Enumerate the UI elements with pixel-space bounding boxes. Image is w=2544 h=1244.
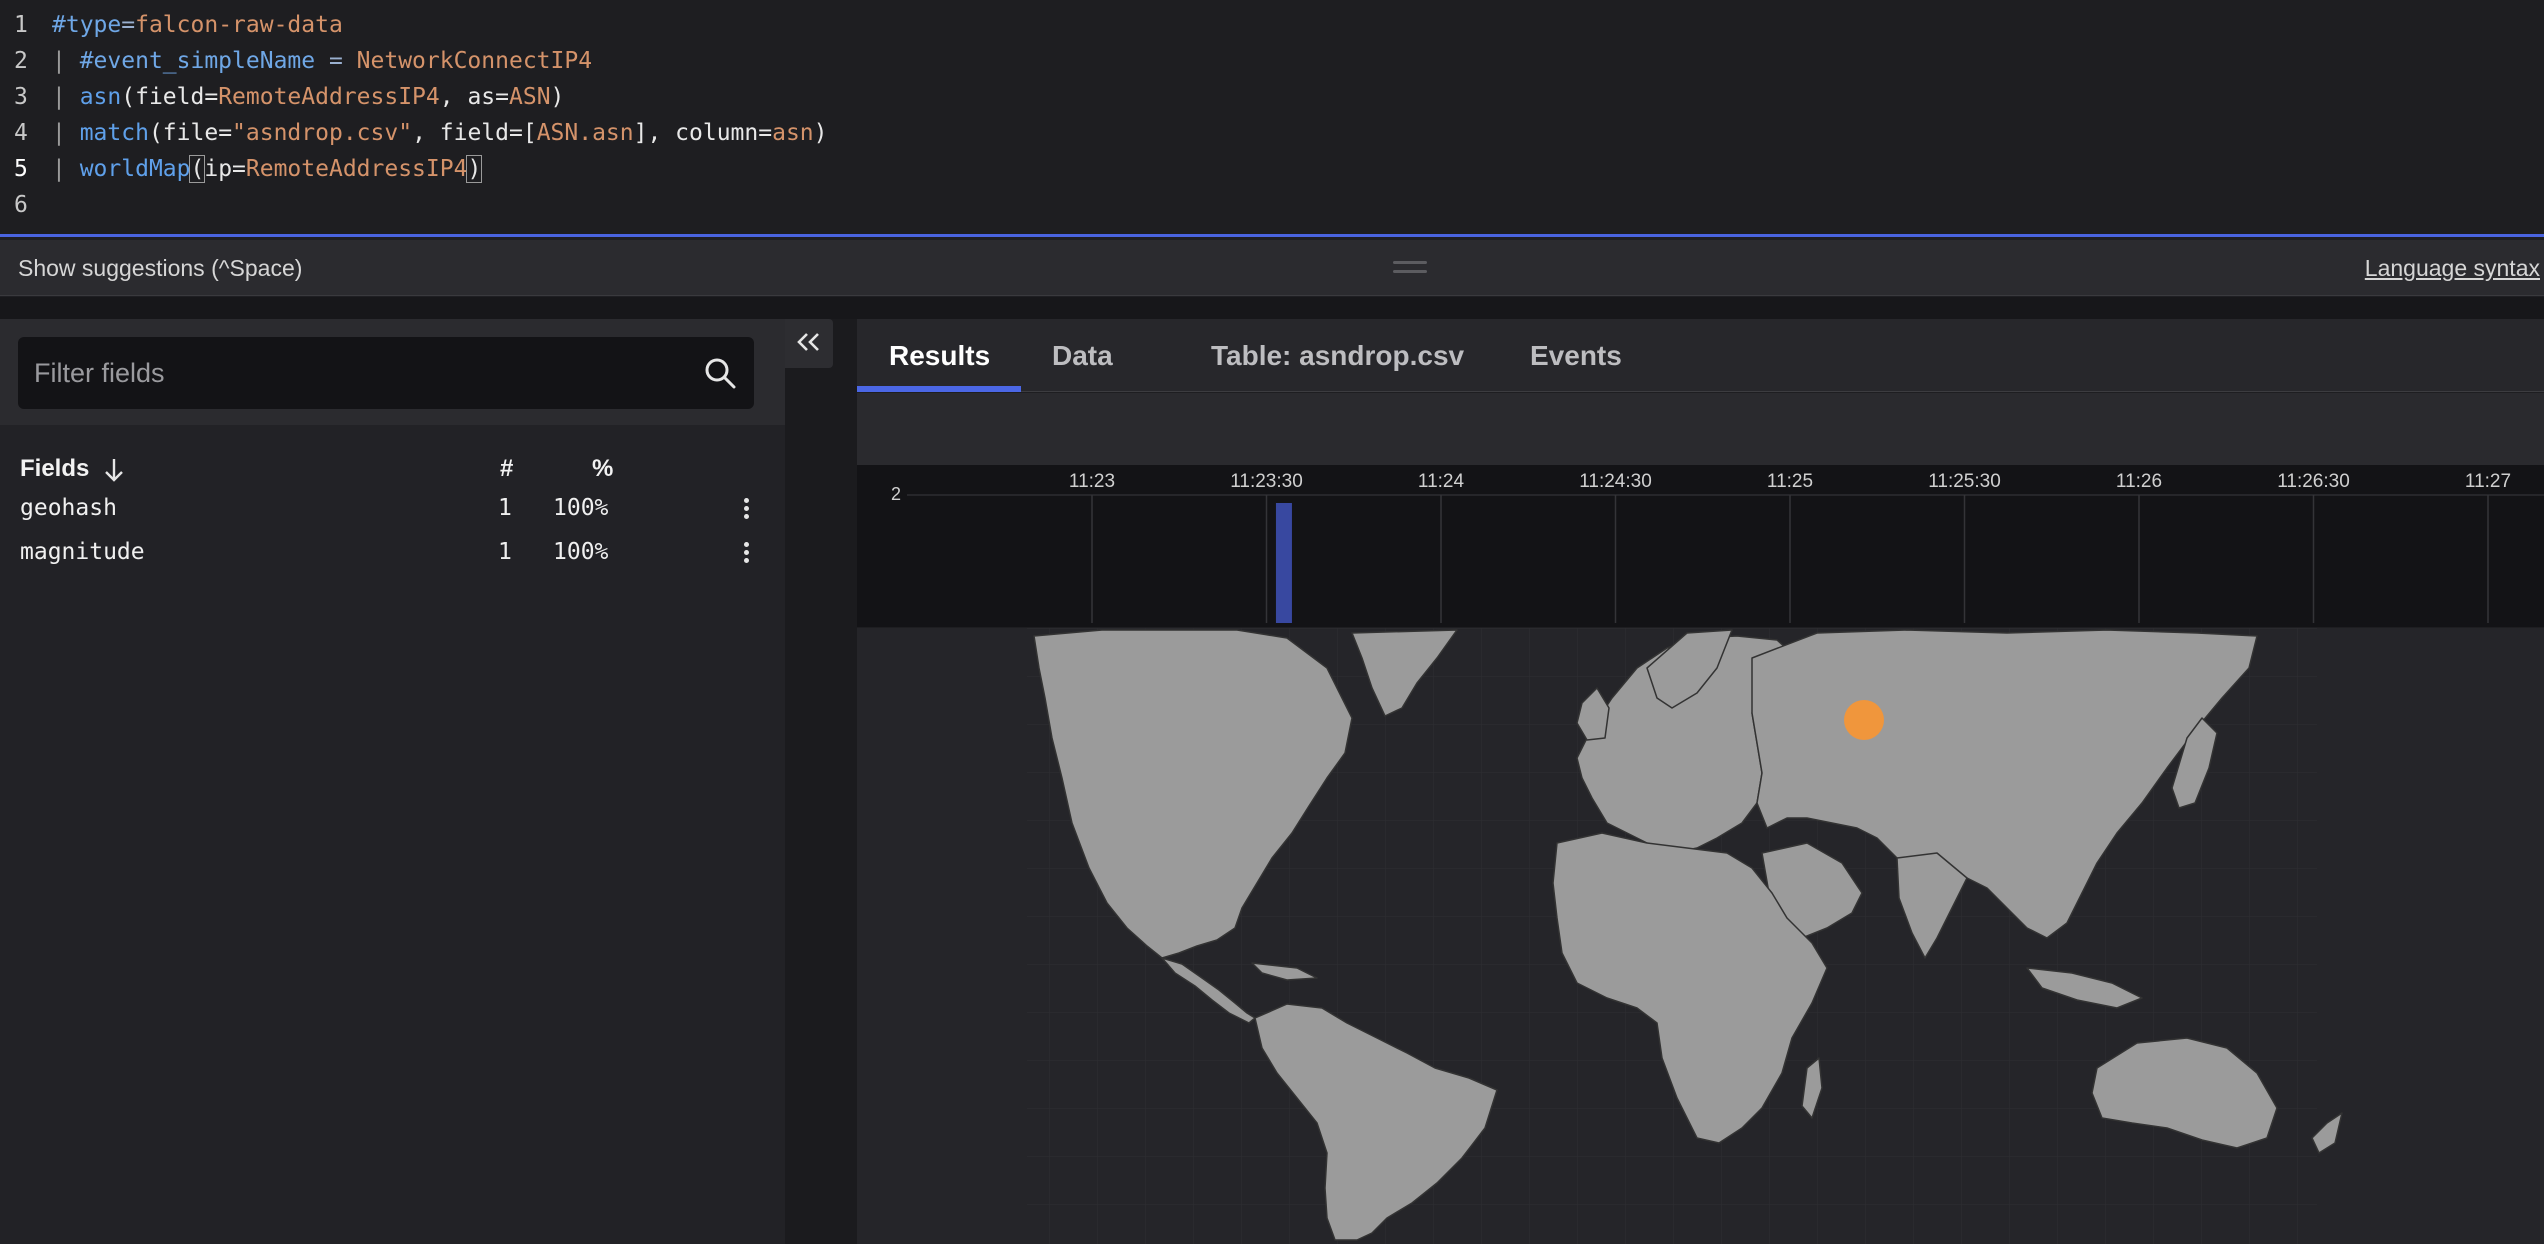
code-token: | <box>52 48 80 74</box>
more-options-icon[interactable] <box>742 498 750 520</box>
results-toolbar <box>857 393 2544 465</box>
y-tick-label: 2 <box>891 484 901 504</box>
code-token: , as= <box>439 84 509 110</box>
field-name[interactable]: magnitude <box>20 532 145 572</box>
suggestions-bar: Show suggestions (^Space) Language synta… <box>0 240 2544 296</box>
fields-panel: Fields # % geohash 1 100% magnitude 1 10… <box>0 319 785 1244</box>
x-tick-label: 11:26 <box>2116 471 2162 492</box>
code-token: RemoteAddressIP4 <box>218 84 440 110</box>
search-icon[interactable] <box>702 355 738 391</box>
collapse-panel-button[interactable] <box>785 319 833 368</box>
results-panel: Results Data Table: asndrop.csv Events 2… <box>857 319 2544 1244</box>
code-token: asn <box>772 120 814 146</box>
resize-handle-icon[interactable] <box>1393 261 1427 275</box>
language-syntax-link[interactable]: Language syntax <box>2365 240 2540 296</box>
code-token: falcon-raw-data <box>135 12 343 38</box>
code-line[interactable]: 3 | asn(field=RemoteAddressIP4, as=ASN) <box>0 79 564 115</box>
collapse-column <box>785 319 857 1244</box>
code-token: ) <box>550 84 565 110</box>
code-token: #event_simpleName <box>79 48 316 74</box>
code-token: NetworkConnectIP4 <box>356 48 593 74</box>
percent-column-header[interactable]: % <box>592 452 613 486</box>
x-tick-label: 11:24:30 <box>1579 471 1652 492</box>
fields-header: Fields # % <box>20 452 760 486</box>
code-line[interactable]: 2 | #event_simpleName = NetworkConnectIP4 <box>0 43 592 79</box>
line-number: 5 <box>14 156 28 182</box>
tab-table-asndrop[interactable]: Table: asndrop.csv <box>1179 319 1496 392</box>
field-count: 1 <box>498 539 512 565</box>
divider <box>0 297 2544 319</box>
tab-results[interactable]: Results <box>857 319 1022 392</box>
field-count: 1 <box>498 495 512 521</box>
x-tick-label: 11:23:30 <box>1230 471 1303 492</box>
code-token: ASN.asn <box>536 120 634 146</box>
code-token: match <box>79 120 149 146</box>
x-tick-label: 11:24 <box>1418 471 1465 492</box>
code-token: | <box>52 84 80 110</box>
filter-box <box>18 337 754 409</box>
event-histogram[interactable]: 2 11:23 11:23:30 11:24 11:24:30 11:25 11:25:30… <box>857 465 2544 627</box>
code-token: (file= <box>148 120 233 146</box>
world-map-svg <box>857 628 2544 1244</box>
show-suggestions-button[interactable]: Show suggestions (^Space) <box>18 240 302 296</box>
code-token: ( <box>189 155 206 183</box>
code-token: RemoteAddressIP4 <box>245 156 468 182</box>
active-tab-indicator <box>857 386 1021 392</box>
field-row-geohash[interactable]: geohash 1 100% <box>20 488 760 528</box>
line-number: 6 <box>14 192 28 218</box>
filter-area <box>0 319 785 425</box>
fields-column-header[interactable]: Fields <box>20 452 89 486</box>
code-token: ], column= <box>633 120 773 146</box>
world-map[interactable] <box>857 628 2544 1244</box>
x-tick-label: 11:26:30 <box>2277 471 2350 492</box>
code-line[interactable]: 5 | worldMap(ip=RemoteAddressIP4) <box>0 151 483 187</box>
code-token: (field= <box>121 84 219 110</box>
more-options-icon[interactable] <box>742 542 750 564</box>
x-tick-label: 11:25 <box>1767 471 1813 492</box>
code-line[interactable]: 1 #type=falcon-raw-data <box>0 7 343 43</box>
map-point-marker[interactable] <box>1844 700 1884 740</box>
code-token: = <box>121 12 136 38</box>
filter-fields-input[interactable] <box>34 337 674 409</box>
field-name[interactable]: geohash <box>20 488 117 528</box>
code-token: asn <box>79 84 122 110</box>
code-token: worldMap <box>79 156 191 182</box>
code-token: ) <box>466 155 483 183</box>
code-token: ip= <box>204 156 246 182</box>
sort-arrow-down-icon[interactable] <box>102 457 126 483</box>
code-token: | <box>52 156 80 182</box>
field-percent: 100% <box>553 495 609 521</box>
code-token: = <box>315 48 357 74</box>
x-tick-label: 11:27 <box>2465 471 2511 492</box>
code-token: , field=[ <box>412 120 537 146</box>
line-number: 4 <box>14 120 28 146</box>
count-column-header[interactable]: # <box>500 452 513 486</box>
code-line[interactable]: 4 | match(file="asndrop.csv", field=[ASN.… <box>0 115 828 151</box>
code-token: | <box>52 120 80 146</box>
tab-bar: Results Data Table: asndrop.csv Events <box>857 319 2544 392</box>
double-chevron-left-icon <box>797 333 819 351</box>
x-tick-label: 11:23 <box>1069 471 1115 492</box>
field-row-magnitude[interactable]: magnitude 1 100% <box>20 532 760 572</box>
code-line[interactable]: 6 <box>0 187 52 223</box>
line-number: 2 <box>14 48 28 74</box>
code-token: ) <box>813 120 828 146</box>
x-tick-label: 11:25:30 <box>1928 471 2001 492</box>
tab-events[interactable]: Events <box>1498 319 1654 392</box>
line-number: 1 <box>14 12 28 38</box>
query-editor[interactable]: 1 #type=falcon-raw-data 2 | #event_simpleNa… <box>0 0 2544 237</box>
tab-data[interactable]: Data <box>1020 319 1145 392</box>
histogram-chart: 2 11:23 11:23:30 11:24 11:24:30 11:25 11:25:30… <box>891 471 2544 623</box>
field-percent: 100% <box>553 539 609 565</box>
line-number: 3 <box>14 84 28 110</box>
histogram-bar[interactable] <box>1275 503 1292 623</box>
code-token: "asndrop.csv" <box>232 120 413 146</box>
code-token: ASN <box>509 84 551 110</box>
code-token: #type <box>52 12 122 38</box>
